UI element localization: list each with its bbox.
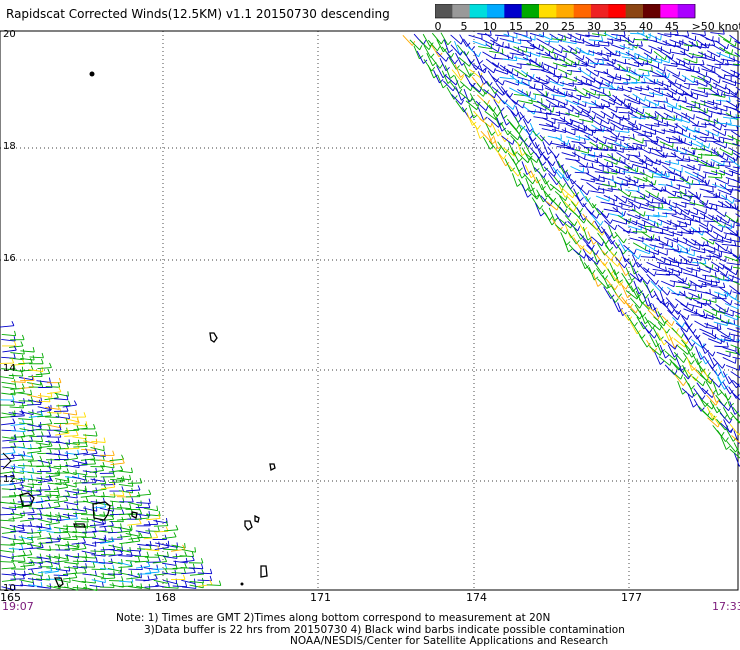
longitude-label: 168: [155, 591, 176, 604]
latitude-label: 20: [3, 29, 16, 40]
note-line-2: 3)Data buffer is 22 hrs from 20150730 4)…: [144, 623, 625, 636]
colorbar-label: >50 knots: [691, 20, 740, 33]
latitude-label: 14: [3, 363, 16, 374]
colorbar-label: 45: [665, 20, 679, 33]
notes: Note: 1) Times are GMT 2)Times along bot…: [116, 612, 625, 648]
island-outline: [209, 332, 218, 343]
note-line-1: Note: 1) Times are GMT 2)Times along bot…: [116, 612, 551, 624]
island-dot: [240, 582, 244, 586]
latitude-label: 12: [3, 474, 16, 485]
island-dot: [89, 71, 95, 77]
latitude-label: 18: [3, 141, 16, 152]
latitude-label: 16: [3, 253, 16, 264]
start-time: 19:07: [2, 600, 34, 613]
wind-swath-southwest: [0, 320, 222, 592]
longitude-label: 177: [621, 591, 642, 604]
island-outline: [244, 520, 253, 531]
map-frame: [0, 30, 739, 591]
end-time: 17:33: [712, 600, 740, 613]
wind-map: [0, 29, 740, 592]
island-outline: [254, 514, 260, 523]
note-line-3: NOAA/NESDIS/Center for Satellite Applica…: [290, 635, 609, 647]
longitude-label: 174: [466, 591, 487, 604]
island-outline: [260, 565, 268, 578]
longitude-label: 171: [310, 591, 331, 604]
island-outline: [269, 463, 276, 471]
wind-swath-northeast: [402, 29, 740, 467]
graticule: [0, 31, 738, 590]
